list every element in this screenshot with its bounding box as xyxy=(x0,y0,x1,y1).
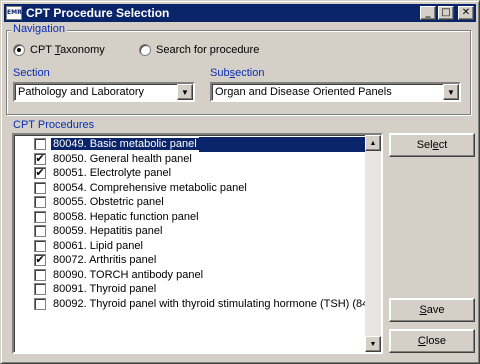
list-item-label: 80050. General health panel xyxy=(53,152,192,165)
selection-highlight xyxy=(198,137,365,152)
list-item[interactable]: 80092. Thyroid panel with thyroid stimul… xyxy=(14,297,381,312)
procedures-label: CPT Procedures xyxy=(13,119,95,131)
list-item[interactable]: 80059. Hepatitis panel xyxy=(14,224,365,239)
chevron-down-icon[interactable]: ▼ xyxy=(177,84,193,100)
list-item-label: 80058. Hepatic function panel xyxy=(53,210,199,223)
list-item[interactable]: ✔ 80072. Arthritis panel xyxy=(14,253,365,268)
section-dropdown[interactable]: Pathology and Laboratory ▼ xyxy=(13,82,195,102)
checkbox-checked-icon[interactable]: ✔ xyxy=(34,254,46,267)
checkbox-icon[interactable] xyxy=(34,196,46,209)
subsection-dropdown[interactable]: Organ and Disease Oriented Panels ▼ xyxy=(210,82,461,102)
list-item[interactable]: ✔ 80051. Electrolyte panel xyxy=(14,166,365,181)
list-item-label: 80061. Lipid panel xyxy=(53,239,143,252)
list-item-label: 80092. Thyroid panel with thyroid stimul… xyxy=(53,297,383,310)
checkbox-icon[interactable] xyxy=(34,297,46,310)
chevron-down-icon[interactable]: ▼ xyxy=(443,84,459,100)
list-item[interactable]: 80090. TORCH antibody panel xyxy=(14,268,365,283)
list-item-label: 80055. Obstetric panel xyxy=(53,196,164,209)
section-label: Section xyxy=(13,67,50,79)
checkbox-icon[interactable] xyxy=(34,138,46,151)
list-item-label: 80051. Electrolyte panel xyxy=(53,167,172,180)
radio-button-icon[interactable] xyxy=(139,44,151,56)
title-bar[interactable]: EMR CPT Procedure Selection _ □ ✕ xyxy=(4,4,476,22)
minimize-button[interactable]: _ xyxy=(420,6,436,20)
close-window-button[interactable]: ✕ xyxy=(458,6,474,20)
section-value: Pathology and Laboratory xyxy=(18,86,144,98)
list-item[interactable]: 80055. Obstetric panel xyxy=(14,195,365,210)
checkbox-checked-icon[interactable]: ✔ xyxy=(34,167,46,180)
procedures-list[interactable]: 80092. Thyroid panel with thyroid stimul… xyxy=(12,133,383,354)
list-item-label: 80049. Basic metabolic panel xyxy=(51,138,199,151)
list-item[interactable]: 80054. Comprehensive metabolic panel xyxy=(14,181,365,196)
list-item[interactable]: 80091. Thyroid panel xyxy=(14,282,365,297)
scroll-up-icon[interactable]: ▲ xyxy=(365,135,381,151)
checkbox-icon[interactable] xyxy=(34,225,46,238)
radio-cpt-taxonomy-label: CPT Taxonomy xyxy=(30,44,105,56)
list-item-label: 80059. Hepatitis panel xyxy=(53,225,163,238)
checkbox-icon[interactable] xyxy=(34,181,46,194)
save-button-label: Save xyxy=(419,304,445,316)
list-item-label: 80091. Thyroid panel xyxy=(53,283,157,296)
subsection-label: Subsection xyxy=(210,67,265,79)
list-item-label: 80072. Arthritis panel xyxy=(53,254,157,267)
maximize-button[interactable]: □ xyxy=(438,6,454,20)
radio-cpt-taxonomy[interactable]: CPT Taxonomy xyxy=(13,44,105,56)
checkbox-icon[interactable] xyxy=(34,210,46,223)
select-button[interactable]: Select xyxy=(389,133,475,157)
vertical-scrollbar[interactable]: ▲ ▼ xyxy=(365,135,381,352)
list-item[interactable]: 80061. Lipid panel xyxy=(14,239,365,254)
list-item-label: 80054. Comprehensive metabolic panel xyxy=(53,181,247,194)
checkbox-icon[interactable] xyxy=(34,268,46,281)
list-item[interactable]: 80058. Hepatic function panel xyxy=(14,210,365,225)
select-button-label: Select xyxy=(416,139,448,151)
close-button-label: Close xyxy=(417,335,447,347)
scroll-down-icon[interactable]: ▼ xyxy=(365,336,381,352)
navigation-label: Navigation xyxy=(11,23,67,35)
close-button[interactable]: Close xyxy=(389,329,475,353)
radio-button-icon[interactable] xyxy=(13,44,25,56)
cpt-procedure-window: EMR CPT Procedure Selection _ □ ✕ Naviga… xyxy=(0,0,480,364)
checkbox-icon[interactable] xyxy=(34,239,46,252)
radio-search-procedure[interactable]: Search for procedure xyxy=(139,44,259,56)
list-item-label: 80090. TORCH antibody panel xyxy=(53,268,204,281)
checkbox-icon[interactable] xyxy=(34,283,46,296)
save-button[interactable]: Save xyxy=(389,298,475,322)
app-icon: EMR xyxy=(6,6,22,20)
subsection-value: Organ and Disease Oriented Panels xyxy=(215,86,392,98)
radio-search-label: Search for procedure xyxy=(156,44,260,56)
window-title: CPT Procedure Selection xyxy=(26,6,170,20)
list-item[interactable]: ✔ 80050. General health panel xyxy=(14,152,365,167)
checkbox-checked-icon[interactable]: ✔ xyxy=(34,152,46,165)
list-item[interactable]: 80049. Basic metabolic panel xyxy=(14,137,365,152)
